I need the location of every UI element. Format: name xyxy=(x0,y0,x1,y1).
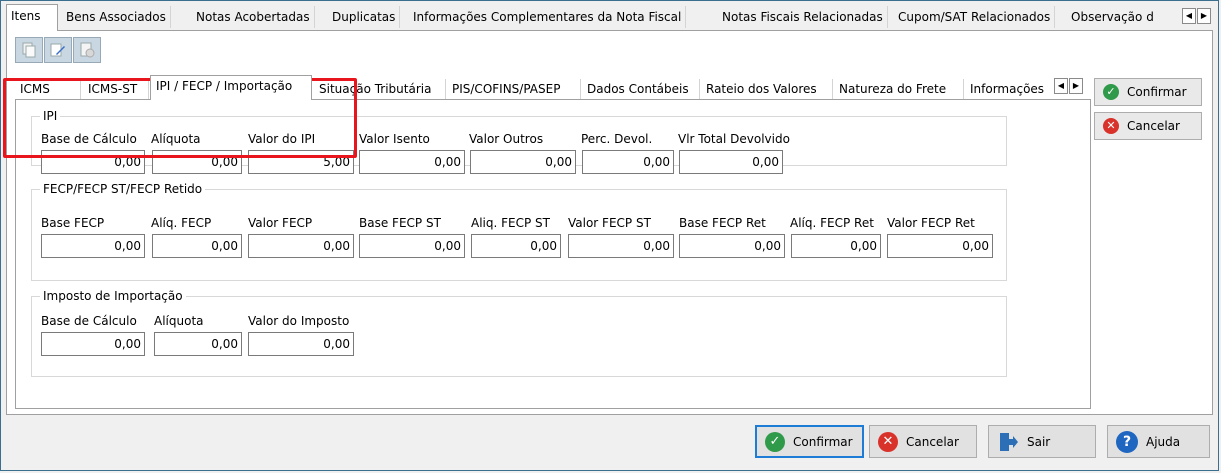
ipi-total-devolvido-label: Vlr Total Devolvido xyxy=(678,132,790,146)
scroll-left-icon[interactable]: ◀ xyxy=(1182,8,1196,24)
help-button[interactable]: ? Ajuda xyxy=(1107,425,1210,458)
delete-button[interactable] xyxy=(73,37,101,63)
confirm-button[interactable]: ✓ Confirmar xyxy=(755,425,864,458)
fecp-ret-base-label: Base FECP Ret xyxy=(679,216,766,230)
ipi-perc-devol-field[interactable]: 0,00 xyxy=(582,150,674,174)
ipi-outros-field[interactable]: 0,00 xyxy=(470,150,576,174)
tab-informacoes[interactable]: Informações xyxy=(965,79,1051,99)
edit-button[interactable] xyxy=(44,37,72,63)
tab-observacao[interactable]: Observação d xyxy=(1067,6,1187,28)
fecp-ret-valor-field[interactable]: 0,00 xyxy=(887,234,993,258)
cancel-label: Cancelar xyxy=(906,434,959,449)
fecp-valor-label: Valor FECP xyxy=(248,216,313,230)
fecp-ret-aliq-field[interactable]: 0,00 xyxy=(791,234,881,258)
ipi-outros-label: Valor Outros xyxy=(469,132,544,146)
fecp-group-title: FECP/FECP ST/FECP Retido xyxy=(40,181,206,197)
fecp-st-base-field[interactable]: 0,00 xyxy=(359,234,465,258)
tab-cupom-sat-relacionados[interactable]: Cupom/SAT Relacionados xyxy=(894,6,1056,28)
ipi-isento-field[interactable]: 0,00 xyxy=(359,150,465,174)
tax-tab-scroll: ◀ ▶ xyxy=(1054,78,1083,94)
tab-bens-associados[interactable]: Bens Associados xyxy=(62,6,171,28)
fecp-aliq-label: Alíq. FECP xyxy=(151,216,212,230)
imp-base-label: Base de Cálculo xyxy=(41,314,137,328)
imp-valor-field[interactable]: 0,00 xyxy=(248,332,354,356)
scroll-left-icon[interactable]: ◀ xyxy=(1054,78,1068,94)
fecp-valor-field[interactable]: 0,00 xyxy=(248,234,354,258)
ipi-isento-label: Valor Isento xyxy=(359,132,430,146)
cancel-icon: ✕ xyxy=(878,431,898,452)
confirm-label: Confirmar xyxy=(793,434,853,449)
top-tab-scroll: ◀ ▶ xyxy=(1182,8,1211,24)
fecp-st-valor-field[interactable]: 0,00 xyxy=(568,234,674,258)
ipi-total-devolvido-field[interactable]: 0,00 xyxy=(679,150,783,174)
top-tab-bar: Itens Bens Associados Notas Acobertadas … xyxy=(6,4,1215,31)
side-confirm-button[interactable]: ✓ Confirmar xyxy=(1094,78,1202,106)
exit-label: Sair xyxy=(1027,434,1051,449)
ipi-perc-devol-label: Perc. Devol. xyxy=(581,132,653,146)
help-label: Ajuda xyxy=(1146,434,1181,449)
fecp-ret-valor-label: Valor FECP Ret xyxy=(887,216,975,230)
check-icon: ✓ xyxy=(765,431,785,452)
scroll-right-icon[interactable]: ▶ xyxy=(1069,78,1083,94)
copy-button[interactable] xyxy=(15,37,43,63)
tab-itens[interactable]: Itens xyxy=(6,4,58,31)
cancel-button[interactable]: ✕ Cancelar xyxy=(869,425,977,458)
check-icon: ✓ xyxy=(1103,84,1119,100)
importacao-group-title: Imposto de Importação xyxy=(40,288,186,304)
fecp-st-aliq-field[interactable]: 0,00 xyxy=(471,234,561,258)
tab-ipi-fecp-importacao[interactable]: IPI / FECP / Importação xyxy=(150,75,312,100)
tab-notas-fiscais-relacionadas[interactable]: Notas Fiscais Relacionadas xyxy=(718,6,888,28)
tab-natureza-do-frete[interactable]: Natureza do Frete xyxy=(834,79,964,99)
fecp-st-aliq-label: Aliq. FECP ST xyxy=(471,216,550,230)
tab-duplicatas[interactable]: Duplicatas xyxy=(328,6,401,28)
fecp-ret-base-field[interactable]: 0,00 xyxy=(679,234,785,258)
fecp-aliq-field[interactable]: 0,00 xyxy=(152,234,242,258)
fecp-ret-aliq-label: Alíq. FECP Ret xyxy=(790,216,874,230)
edit-icon xyxy=(50,43,65,57)
fecp-st-base-label: Base FECP ST xyxy=(359,216,441,230)
fecp-st-valor-label: Valor FECP ST xyxy=(568,216,651,230)
side-confirm-label: Confirmar xyxy=(1127,85,1187,99)
exit-icon xyxy=(1000,432,1018,451)
fecp-base-label: Base FECP xyxy=(41,216,105,230)
tab-informacoes-complementares[interactable]: Informações Complementares da Nota Fisca… xyxy=(409,6,687,28)
imp-aliquota-label: Alíquota xyxy=(154,314,204,328)
tab-rateio-dos-valores[interactable]: Rateio dos Valores xyxy=(701,79,833,99)
tab-notas-acobertadas[interactable]: Notas Acobertadas xyxy=(192,6,315,28)
delete-icon xyxy=(80,42,95,58)
main-panel: ICMS ICMS-ST IPI / FECP / Importação Sit… xyxy=(6,30,1213,415)
exit-button[interactable]: Sair xyxy=(988,425,1096,458)
help-icon: ? xyxy=(1116,430,1138,453)
item-toolbar xyxy=(15,37,101,63)
side-cancel-button[interactable]: ✕ Cancelar xyxy=(1094,112,1202,140)
copy-icon xyxy=(22,42,36,58)
tab-pis-cofins-pasep[interactable]: PIS/COFINS/PASEP xyxy=(447,79,581,99)
imp-valor-label: Valor do Imposto xyxy=(248,314,350,328)
fecp-base-field[interactable]: 0,00 xyxy=(41,234,145,258)
side-cancel-label: Cancelar xyxy=(1127,119,1180,133)
scroll-right-icon[interactable]: ▶ xyxy=(1197,8,1211,24)
cancel-icon: ✕ xyxy=(1103,118,1119,134)
tax-tab-bar: ICMS ICMS-ST IPI / FECP / Importação Sit… xyxy=(15,75,1091,100)
imp-base-field[interactable]: 0,00 xyxy=(41,332,145,356)
tab-dados-contabeis[interactable]: Dados Contábeis xyxy=(582,79,700,99)
imp-aliquota-field[interactable]: 0,00 xyxy=(154,332,242,356)
